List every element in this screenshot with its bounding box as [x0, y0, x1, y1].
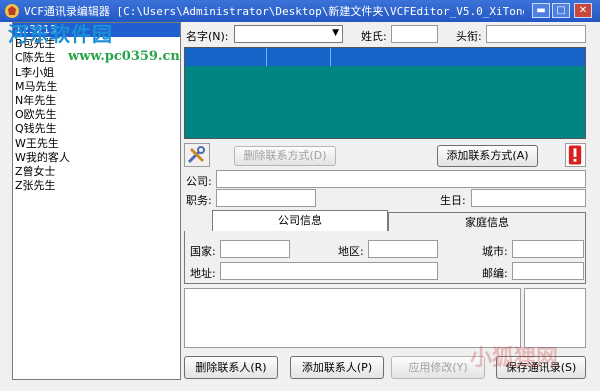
zip-field[interactable] — [512, 262, 584, 280]
grid-col — [331, 48, 585, 66]
contact-methods-grid[interactable] — [184, 47, 586, 139]
grid-col — [185, 48, 267, 66]
name-label: 名字(N): — [186, 30, 229, 43]
maximize-button[interactable]: □ — [552, 3, 570, 18]
wrench-screwdriver-icon — [187, 146, 205, 164]
tools-button[interactable] — [184, 143, 210, 167]
surname-label: 姓氏: — [361, 30, 387, 43]
notes-textarea[interactable] — [184, 288, 521, 348]
list-item[interactable]: M马先生 — [13, 80, 180, 94]
add-method-button[interactable]: 添加联系方式(A) — [437, 145, 538, 167]
list-item[interactable]: Z曾女士 — [13, 165, 180, 179]
grid-header — [185, 48, 585, 66]
city-label: 城市: — [482, 245, 508, 258]
job-label: 职务: — [186, 194, 212, 207]
list-item[interactable]: Q钱先生 — [13, 122, 180, 136]
region-field[interactable] — [368, 240, 438, 258]
alert-button[interactable] — [565, 143, 586, 167]
list-item[interactable]: O欧先生 — [13, 108, 180, 122]
country-label: 国家: — [190, 245, 216, 258]
country-field[interactable] — [220, 240, 290, 258]
birthday-field[interactable] — [471, 189, 586, 207]
save-button[interactable]: 保存通讯录(S) — [496, 356, 586, 379]
grid-col — [267, 48, 331, 66]
contact-list[interactable]: 123213 B包先生 C陈先生 L李小姐 M马先生 N年先生 O欧先生 Q钱先… — [12, 22, 181, 380]
address-field[interactable] — [220, 262, 438, 280]
name-select[interactable]: ▼ — [234, 25, 343, 43]
city-field[interactable] — [512, 240, 584, 258]
birthday-label: 生日: — [440, 194, 466, 207]
list-item[interactable]: W我的客人 — [13, 151, 180, 165]
title-bar: VCF通讯录编辑器 [C:\Users\Administrator\Deskto… — [0, 0, 600, 22]
add-contact-button[interactable]: 添加联系人(P) — [290, 356, 384, 379]
photo-box[interactable] — [524, 288, 586, 348]
delete-contact-button[interactable]: 删除联系人(R) — [184, 356, 278, 379]
list-item[interactable]: L李小姐 — [13, 66, 180, 80]
minimize-button[interactable]: ▬ — [532, 3, 550, 18]
list-item[interactable]: C陈先生 — [13, 51, 180, 65]
surname-field[interactable] — [391, 25, 438, 43]
address-label: 地址: — [190, 267, 216, 280]
list-item[interactable]: N年先生 — [13, 94, 180, 108]
app-icon — [5, 4, 19, 18]
tab-home-info[interactable]: 家庭信息 — [388, 212, 586, 233]
list-item[interactable]: 123213 — [13, 23, 180, 38]
job-field[interactable] — [216, 189, 316, 207]
red-exclamation-icon — [568, 145, 582, 165]
title-field[interactable] — [486, 25, 586, 43]
list-item[interactable]: Z张先生 — [13, 179, 180, 193]
chevron-down-icon: ▼ — [332, 28, 339, 38]
company-label: 公司: — [186, 175, 212, 188]
list-item[interactable]: B包先生 — [13, 37, 180, 51]
close-button[interactable]: ✕ — [574, 3, 592, 18]
region-label: 地区: — [338, 245, 364, 258]
zip-label: 邮编: — [482, 267, 508, 280]
window-title: VCF通讯录编辑器 [C:\Users\Administrator\Deskto… — [24, 5, 524, 18]
company-field[interactable] — [216, 170, 586, 188]
tab-company-info[interactable]: 公司信息 — [212, 210, 388, 232]
list-item[interactable]: W王先生 — [13, 137, 180, 151]
apply-button[interactable]: 应用修改(Y) — [391, 356, 485, 379]
title-label: 头衔: — [456, 30, 482, 43]
delete-method-button[interactable]: 删除联系方式(D) — [234, 146, 336, 166]
